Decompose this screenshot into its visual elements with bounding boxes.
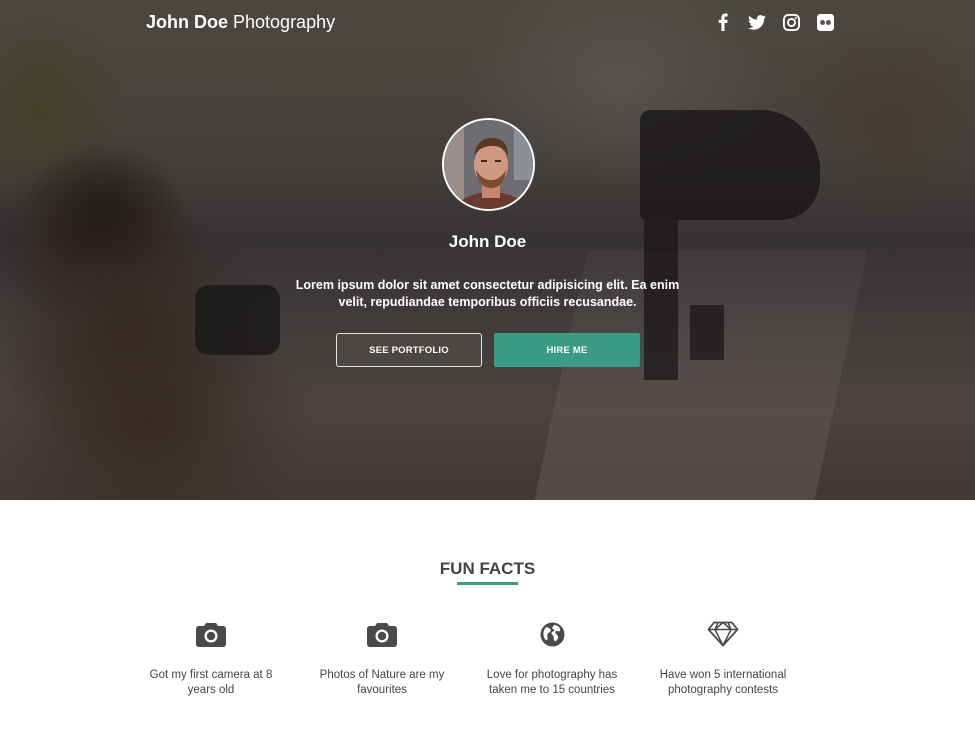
diamond-icon [707, 620, 739, 648]
twitter-icon[interactable] [740, 10, 774, 34]
fact-item: Photos of Nature are my favourites [307, 620, 457, 698]
flickr-icon[interactable] [808, 10, 842, 34]
brand-name: John Doe [146, 12, 229, 32]
globe-icon [536, 620, 568, 648]
hero-section: John Doe Photography John Doe Lorem ipsu… [0, 0, 975, 500]
profile-name: John Doe [448, 232, 527, 251]
fact-text: Love for photography has taken me to 15 … [486, 669, 618, 696]
fact-text: Have won 5 international photography con… [659, 669, 787, 696]
facebook-icon[interactable] [706, 10, 740, 34]
fact-text: Photos of Nature are my favourites [319, 669, 445, 696]
camera-icon [195, 620, 227, 648]
profile-tagline: Lorem ipsum dolor sit amet consectetur a… [295, 278, 680, 309]
hire-me-button[interactable]: HIRE ME [494, 333, 640, 367]
avatar [442, 118, 535, 211]
fact-text: Got my first camera at 8 years old [149, 669, 273, 696]
title-underline [457, 582, 518, 585]
fact-item: Love for photography has taken me to 15 … [477, 620, 627, 698]
fact-item: Got my first camera at 8 years old [136, 620, 286, 698]
brand-suffix: Photography [228, 12, 336, 32]
instagram-icon[interactable] [774, 10, 808, 34]
see-portfolio-button[interactable]: SEE PORTFOLIO [336, 333, 482, 367]
fact-item: Have won 5 international photography con… [648, 620, 798, 698]
brand-logo[interactable]: John Doe Photography [146, 11, 335, 33]
fun-facts-title: FUN FACTS [439, 559, 536, 578]
camera-icon [366, 620, 398, 648]
top-nav: John Doe Photography [0, 0, 975, 44]
social-links [706, 10, 842, 34]
